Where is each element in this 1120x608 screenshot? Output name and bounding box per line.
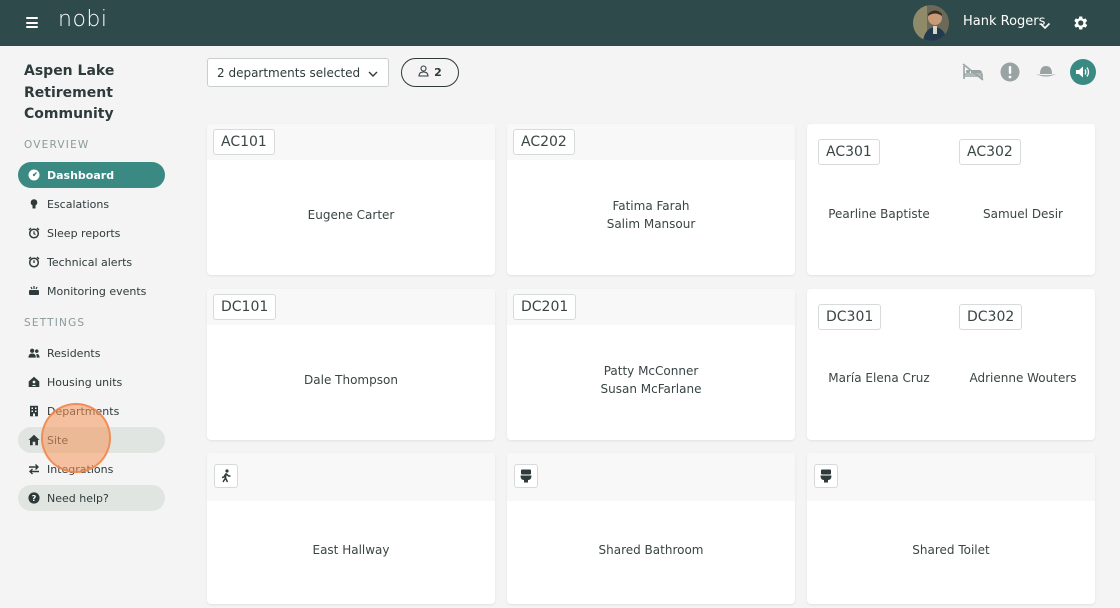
sidebar-item-label: Escalations xyxy=(47,197,110,211)
user-name[interactable]: Hank Rogers xyxy=(963,14,1045,29)
sidebar-item-housing-units[interactable]: Housing units xyxy=(18,369,165,395)
lightbulb-icon xyxy=(28,198,40,210)
room-card-dc101[interactable]: DC101 Dale Thompson xyxy=(207,289,495,440)
site-name-line: Community xyxy=(24,106,114,122)
building-icon xyxy=(28,405,40,417)
settings-section-title: SETTINGS xyxy=(24,317,86,329)
room-card-dc301-dc302[interactable]: DC301 DC302 María Elena Cruz Adrienne Wo… xyxy=(807,289,1095,440)
menu-icon[interactable] xyxy=(26,17,38,28)
resident-name: Eugene Carter xyxy=(307,208,395,222)
home-icon xyxy=(28,434,40,446)
sidebar-item-escalations[interactable]: Escalations xyxy=(18,191,165,217)
sidebar-item-departments[interactable]: Departments xyxy=(18,398,165,424)
room-tag: AC302 xyxy=(959,139,1021,165)
room-card-dc201[interactable]: DC201 Patty McConner Susan McFarlane xyxy=(507,289,795,440)
department-select[interactable]: 2 departments selected xyxy=(207,58,389,87)
overview-section-title: OVERVIEW xyxy=(24,139,90,151)
sidebar-item-label: Sleep reports xyxy=(47,226,121,240)
room-tag: DC101 xyxy=(213,294,277,320)
dashboard-icon xyxy=(28,169,40,181)
sidebar-item-label: Departments xyxy=(47,404,120,418)
sidebar-item-residents[interactable]: Residents xyxy=(18,340,165,366)
card-header xyxy=(207,453,495,501)
sidebar-item-monitoring-events[interactable]: Monitoring events xyxy=(18,278,165,304)
hat-icon[interactable] xyxy=(1033,59,1059,85)
sound-icon[interactable] xyxy=(1070,59,1096,85)
room-tag: AC301 xyxy=(818,139,880,165)
sidebar-item-dashboard[interactable]: Dashboard xyxy=(18,162,165,188)
alarm-icon xyxy=(28,256,40,268)
room-tag: AC101 xyxy=(213,129,275,155)
area-name: Shared Bathroom xyxy=(598,543,704,557)
sidebar-item-site[interactable]: Site xyxy=(18,427,165,453)
sidebar-item-label: Integrations xyxy=(47,462,114,476)
resident-name: Dale Thompson xyxy=(304,373,398,387)
chevron-down-icon xyxy=(368,68,378,78)
resident-name: Susan McFarlane xyxy=(600,382,702,396)
sidebar-item-label: Dashboard xyxy=(47,168,115,182)
house-user-icon xyxy=(28,376,40,388)
room-card-ac101[interactable]: AC101 Eugene Carter xyxy=(207,124,495,275)
app-logo[interactable]: nobi xyxy=(58,7,107,32)
sidebar-item-label: Need help? xyxy=(47,491,109,505)
sidebar-item-technical-alerts[interactable]: Technical alerts xyxy=(18,249,165,275)
people-icon xyxy=(28,347,40,359)
avatar[interactable] xyxy=(913,5,949,41)
need-help-button[interactable]: ? Need help? xyxy=(18,485,165,511)
resident-count-button[interactable]: 2 xyxy=(401,58,459,87)
sidebar-item-label: Monitoring events xyxy=(47,284,147,298)
area-name: Shared Toilet xyxy=(912,543,990,557)
person-icon xyxy=(418,65,429,80)
question-icon: ? xyxy=(28,492,40,504)
resident-name: Samuel Desir xyxy=(983,207,1063,221)
toilet-icon xyxy=(814,464,838,488)
area-card-shared-bathroom[interactable]: Shared Bathroom xyxy=(507,453,795,604)
sidebar-item-label: Residents xyxy=(47,346,101,360)
alarm-clock-icon xyxy=(28,227,40,239)
room-tag: DC201 xyxy=(513,294,577,320)
toilet-icon xyxy=(514,464,538,488)
resident-name: Salim Mansour xyxy=(606,217,696,231)
sidebar-item-label: Site xyxy=(47,433,69,447)
site-name: Aspen Lake Retirement Community xyxy=(24,61,164,126)
gear-icon[interactable] xyxy=(1071,14,1089,32)
walking-person-icon xyxy=(214,464,238,488)
card-header xyxy=(507,453,795,501)
area-card-east-hallway[interactable]: East Hallway xyxy=(207,453,495,604)
room-tag: DC301 xyxy=(818,304,882,330)
department-select-value: 2 departments selected xyxy=(217,65,361,80)
resident-name: Adrienne Wouters xyxy=(969,371,1077,385)
resident-name: Pearline Baptiste xyxy=(828,207,930,221)
resident-count: 2 xyxy=(434,66,442,79)
resident-name: Patty McConner xyxy=(603,364,699,378)
site-name-line: Retirement xyxy=(24,84,113,101)
svg-text:?: ? xyxy=(32,493,37,503)
sidebar-item-label: Housing units xyxy=(47,375,123,389)
monitor-icon xyxy=(28,285,40,297)
alert-icon[interactable] xyxy=(997,59,1023,85)
top-bar: nobi Hank Rogers xyxy=(0,0,1120,46)
arrows-swap-icon xyxy=(28,463,40,475)
room-card-ac301-ac302[interactable]: AC301 AC302 Pearline Baptiste Samuel Des… xyxy=(807,124,1095,275)
sidebar-item-integrations[interactable]: Integrations xyxy=(18,456,165,482)
area-card-shared-toilet[interactable]: Shared Toilet xyxy=(807,453,1095,604)
room-tag: AC202 xyxy=(513,129,575,155)
site-name-line: Aspen Lake xyxy=(24,63,115,79)
card-header xyxy=(807,453,1095,501)
sidebar-item-sleep-reports[interactable]: Sleep reports xyxy=(18,220,165,246)
resident-name: Fatima Farah xyxy=(612,199,690,213)
sidebar-item-label: Technical alerts xyxy=(47,255,133,269)
chevron-down-icon[interactable] xyxy=(1039,17,1051,30)
resident-name: María Elena Cruz xyxy=(828,371,930,385)
room-tag: DC302 xyxy=(959,304,1023,330)
bed-icon[interactable] xyxy=(960,59,986,85)
area-name: East Hallway xyxy=(312,543,390,557)
room-card-ac202[interactable]: AC202 Fatima Farah Salim Mansour xyxy=(507,124,795,275)
